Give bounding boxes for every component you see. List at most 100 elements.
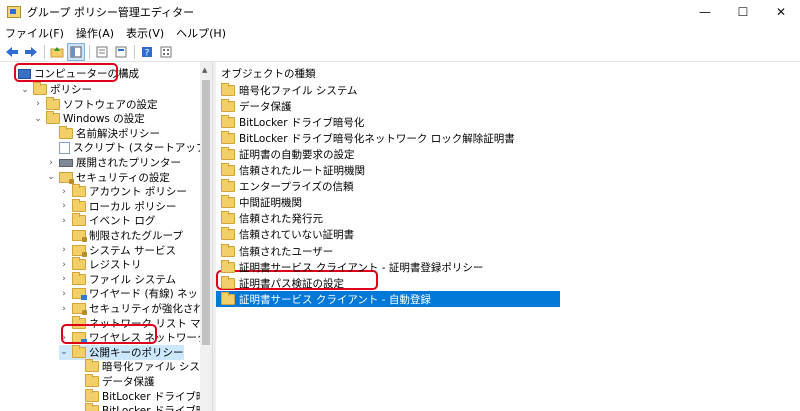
lock-icon — [72, 230, 87, 242]
list-item[interactable]: 証明書サービス クライアント - 自動登録 — [216, 291, 560, 308]
tree-item[interactable]: BitLocker ドライブ暗号化 — [72, 388, 212, 404]
list-item[interactable]: 信頼されたルート証明機関 — [216, 163, 365, 179]
tree-item[interactable]: › ワイヤード (有線) ネットワーク ( — [59, 286, 212, 301]
tree-item-label: 展開されたプリンター — [76, 157, 181, 169]
collapse-chevron-icon[interactable]: ⌄ — [33, 114, 43, 124]
expand-chevron-icon[interactable]: › — [59, 274, 69, 284]
folder-icon — [221, 195, 235, 209]
tree-scrollbar[interactable]: ▲ — [200, 62, 212, 411]
tree-item-label: Windows の設定 — [63, 113, 145, 126]
folder-icon — [221, 211, 235, 225]
list-item[interactable]: エンタープライズの信頼 — [216, 179, 354, 195]
tree-item[interactable]: スクリプト (スタートアップ/シャットダウ — [46, 140, 212, 155]
scrollbar-thumb[interactable] — [202, 80, 210, 345]
scroll-up-icon[interactable]: ▲ — [202, 66, 207, 74]
expand-chevron-icon[interactable]: › — [46, 158, 56, 168]
tree-item-label: ポリシー — [50, 84, 92, 96]
menu-file[interactable]: ファイル(F) — [0, 25, 70, 41]
tree-item[interactable]: › ソフトウェアの設定 — [33, 96, 158, 112]
collapse-chevron-icon[interactable]: ⌄ — [59, 347, 69, 357]
list-item[interactable]: 信頼されていない証明書 — [216, 227, 354, 243]
menu-view[interactable]: 表示(V) — [120, 25, 170, 41]
tree-item[interactable]: › システム サービス — [59, 243, 176, 258]
list-item[interactable]: 証明書サービス クライアント - 証明書登録ポリシー — [216, 259, 483, 275]
expand-chevron-icon[interactable]: › — [59, 304, 69, 314]
expand-chevron-icon[interactable]: › — [59, 201, 69, 211]
tree-item[interactable]: › セキュリティが強化された Winc — [59, 301, 212, 316]
back-icon[interactable] — [3, 43, 21, 61]
list-item-label: 暗号化ファイル システム — [239, 84, 358, 97]
folder-icon — [46, 96, 60, 110]
list-item[interactable]: 暗号化ファイル システム — [216, 82, 358, 98]
view-icon[interactable] — [157, 43, 175, 61]
tree-pane[interactable]: コンピューターの構成 ⌄ ポリシー › ソフトウェアの設定 ⌄ Windows の設定 名前… — [0, 62, 212, 411]
tree-item-label: レジストリ — [89, 259, 142, 272]
tree-item-label: 公開キーのポリシー — [89, 346, 184, 359]
tree-item[interactable]: ⌄ ポリシー — [20, 82, 92, 97]
forward-icon[interactable] — [22, 43, 40, 61]
folder-icon — [72, 344, 86, 358]
expand-chevron-icon[interactable]: › — [33, 99, 43, 109]
up-folder-icon[interactable] — [48, 43, 66, 61]
expand-chevron-icon[interactable]: › — [59, 187, 69, 197]
folder-icon — [85, 388, 99, 402]
menu-action[interactable]: 操作(A) — [70, 25, 120, 41]
tree-item[interactable]: › イベント ログ — [59, 213, 155, 228]
tree-item[interactable]: BitLocker ドライブ暗号化 — [72, 403, 212, 411]
list-item[interactable]: 中間証明機関 — [216, 195, 302, 211]
tree-item[interactable]: › ファイル システム — [59, 271, 176, 287]
tree-item-label: 名前解決ポリシー — [76, 127, 160, 140]
tree-item[interactable]: › 展開されたプリンター — [46, 155, 181, 170]
export-icon[interactable] — [93, 43, 111, 61]
tree-item[interactable]: データ保護 — [72, 374, 155, 389]
tree-item[interactable]: 名前解決ポリシー — [46, 125, 160, 141]
folder-icon — [221, 130, 235, 144]
folder-icon — [221, 243, 235, 257]
tree-item[interactable]: ⌄ Windows の設定 — [33, 111, 145, 126]
properties-icon[interactable] — [112, 43, 130, 61]
list-item-label: 信頼されていない証明書 — [239, 229, 355, 242]
column-header-object-type[interactable]: オブジェクトの種類 — [221, 66, 316, 81]
menu-help[interactable]: ヘルプ(H) — [170, 25, 232, 41]
list-item[interactable]: 証明書の自動要求の設定 — [216, 146, 355, 162]
tree-item[interactable]: 制限されたグループ — [59, 228, 183, 243]
folder-icon — [221, 179, 235, 193]
expand-chevron-icon[interactable]: › — [59, 216, 69, 226]
maximize-button[interactable]: ☐ — [724, 0, 762, 24]
folder-icon — [33, 82, 47, 95]
list-item-label: BitLocker ドライブ暗号化ネットワーク ロック解除証明書 — [239, 132, 515, 145]
folder-icon — [221, 227, 235, 241]
list-item[interactable]: 証明書パス検証の設定 — [216, 275, 344, 291]
toolbar: ? — [0, 42, 800, 62]
folder-icon — [221, 275, 235, 289]
list-item[interactable]: データ保護 — [216, 98, 292, 114]
net-icon — [72, 288, 87, 301]
help-icon[interactable]: ? — [138, 43, 156, 61]
list-item-label: エンタープライズの信頼 — [239, 181, 354, 194]
list-item-label: 証明書の自動要求の設定 — [239, 148, 355, 161]
expand-chevron-icon[interactable]: › — [59, 289, 69, 299]
tree-item-label: 制限されたグループ — [89, 230, 183, 242]
list-item[interactable]: 信頼されたユーザー — [216, 243, 333, 259]
list-item[interactable]: BitLocker ドライブ暗号化 — [216, 114, 364, 130]
toolbar-separator — [44, 44, 45, 59]
list-item[interactable]: BitLocker ドライブ暗号化ネットワーク ロック解除証明書 — [216, 130, 515, 146]
show-tree-icon[interactable] — [67, 42, 85, 61]
tree-item[interactable]: › アカウント ポリシー — [59, 184, 187, 199]
folder-icon — [221, 291, 235, 305]
close-button[interactable]: ✕ — [762, 0, 800, 24]
folder-icon — [72, 198, 86, 212]
tree-item[interactable]: › ローカル ポリシー — [59, 198, 176, 214]
collapse-chevron-icon[interactable]: ⌄ — [46, 172, 56, 182]
tree-item[interactable]: › レジストリ — [59, 257, 142, 272]
expand-chevron-icon[interactable]: › — [59, 245, 69, 255]
list-item-label: 証明書サービス クライアント - 自動登録 — [239, 293, 431, 306]
list-item[interactable]: 信頼された発行元 — [216, 211, 323, 227]
expand-chevron-icon[interactable]: › — [59, 260, 69, 270]
tree-item[interactable]: ⌄ 公開キーのポリシー — [59, 344, 184, 360]
collapse-chevron-icon[interactable]: ⌄ — [20, 85, 30, 95]
minimize-button[interactable]: — — [686, 0, 724, 24]
tree-item[interactable]: 暗号化ファイル システム — [72, 359, 212, 374]
folder-icon — [221, 82, 235, 96]
tree-item[interactable]: ⌄ セキュリティの設定 — [46, 170, 170, 185]
